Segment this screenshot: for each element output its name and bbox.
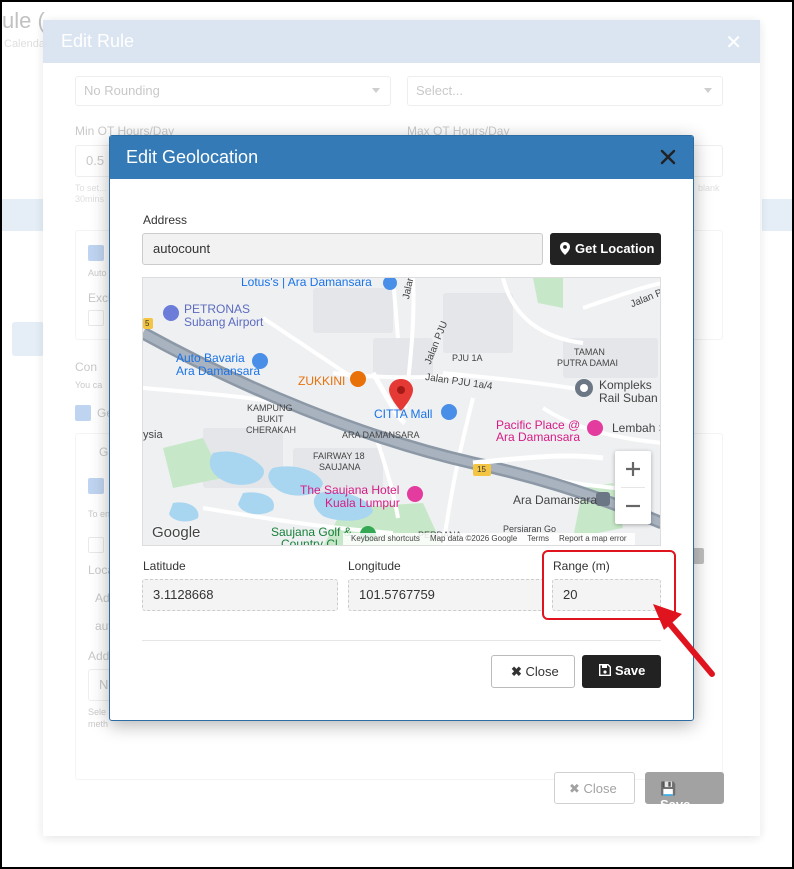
get-location-button[interactable]: Get Location [550,233,661,265]
g-label: G [99,445,109,459]
place-fairway: FAIRWAY 18 [313,451,365,461]
edit-rule-close-button[interactable]: ✖ Close [554,772,635,804]
place-auto-bavaria-sub: Ara Damansara [176,364,261,378]
map-view[interactable]: Lotus's | Ara Damansara PETRONAS Subang … [142,277,661,546]
keyboard-shortcuts-link[interactable]: Keyboard shortcuts [351,534,420,543]
rounding-select-value: No Rounding [84,83,160,98]
times-icon: ✖ [511,664,522,679]
terms-link[interactable]: Terms [527,534,549,543]
place-ara-damansara: ARA DAMANSARA [342,430,420,440]
g-checkbox[interactable] [88,478,104,494]
exclude-checkbox[interactable] [88,310,104,326]
max-ot-hint: blank [698,183,720,193]
get-location-label: Get Location [575,241,655,256]
map-marker-icon [560,242,570,255]
latitude-input[interactable]: 3.1128668 [142,579,338,611]
con-label: Con [75,360,98,374]
min-ot-hint: To set... [75,183,107,193]
edit-geolocation-title: Edit Geolocation [126,147,259,167]
latitude-label: Latitude [143,559,186,573]
place-saujana-hotel-sub: Kuala Lumpur [325,496,400,510]
edit-rule-header: Edit Rule ✕ [43,20,760,63]
place-zukkini: ZUKKINI [298,374,346,388]
place-saujana-hotel: The Saujana Hotel [300,483,400,497]
you-can-text: You ca [75,380,103,390]
place-citta-mall: CITTA Mall [374,407,433,421]
edit-geolocation-modal: Edit Geolocation Address autocount Get L… [109,135,694,721]
place-kampung: KAMPUNG [247,403,293,413]
place-pju-1a: PJU 1A [452,353,483,363]
edit-rule-save-button[interactable]: 💾 Save [645,772,724,812]
place-pacific-sub: Ara Damansara [496,430,581,444]
longitude-input[interactable]: 101.5767759 [348,579,544,611]
ad-label: Ad [95,591,110,605]
ge-checkbox[interactable] [75,405,91,421]
min-ot-hint-2: 30mins [75,194,105,204]
rounding-select[interactable]: No Rounding [75,76,391,106]
place-saujana-golf-sub: Country Cl [281,537,338,546]
route-15-shield: 15 [477,465,486,474]
place-petronas-sub: Subang Airport [184,315,264,329]
address-input[interactable]: autocount [142,233,543,265]
close-button-label: Close [525,664,559,679]
place-cherakah: CHERAKAH [246,425,297,435]
select-dropdown[interactable]: Select... [407,76,723,106]
edit-rule-close-icon[interactable]: ✕ [725,30,742,55]
place-rail: Rail Suban [599,391,658,405]
place-kompleks: Kompleks [599,378,652,392]
place-taman: TAMAN [574,347,605,357]
zoom-control [615,451,651,524]
zoom-in-icon[interactable] [615,451,651,487]
edit-rule-title: Edit Rule [61,31,135,51]
to-en-text: To en [88,509,111,519]
zoom-out-icon[interactable] [615,488,651,524]
edit-rule-close-label: Close [583,781,617,796]
chevron-down-icon [704,88,712,93]
arrow-annotation-icon [653,604,715,677]
close-button[interactable]: ✖ Close [491,655,575,688]
sele-text: Sele [88,707,107,717]
floppy-disk-icon [599,664,611,676]
g-checkbox-2[interactable] [88,537,104,553]
place-petronas: PETRONAS [184,302,251,316]
place-auto-bavaria: Auto Bavaria [176,351,245,365]
floppy-disk-icon: 💾 [660,781,677,796]
meth-text: meth [88,719,109,729]
longitude-label: Longitude [348,559,401,573]
place-lembah: Lembah S [612,421,660,435]
add-label: Add [88,649,110,663]
auto-checkbox[interactable] [88,245,104,261]
select-dropdown-placeholder: Select... [416,83,463,98]
map-attribution: Keyboard shortcuts Map data ©2026 Google T… [343,533,635,545]
modal-footer-divider [142,640,661,641]
route-5-shield: 5 [145,319,150,328]
auto-text: Auto [88,268,107,278]
chevron-down-icon [372,88,380,93]
address-label: Address [143,213,188,227]
map-data-text: Map data ©2026 Google [429,534,518,543]
google-logo: Google [152,524,201,541]
times-icon: ✖ [569,781,580,796]
place-ara-damansara-station: Ara Damansara [513,493,598,507]
place-lotus: Lotus's | Ara Damansara [241,277,372,289]
edit-geolocation-header: Edit Geolocation [110,136,693,179]
report-map-error-link[interactable]: Report a map error [559,534,627,543]
place-bukit: BUKIT [257,414,284,424]
edit-rule-save-label: Save [660,797,691,812]
close-icon[interactable] [658,147,678,167]
place-saujana: SAUJANA [319,462,361,472]
place-ysia: ysia [143,429,163,441]
place-putra-damai: PUTRA DAMAI [557,358,619,368]
